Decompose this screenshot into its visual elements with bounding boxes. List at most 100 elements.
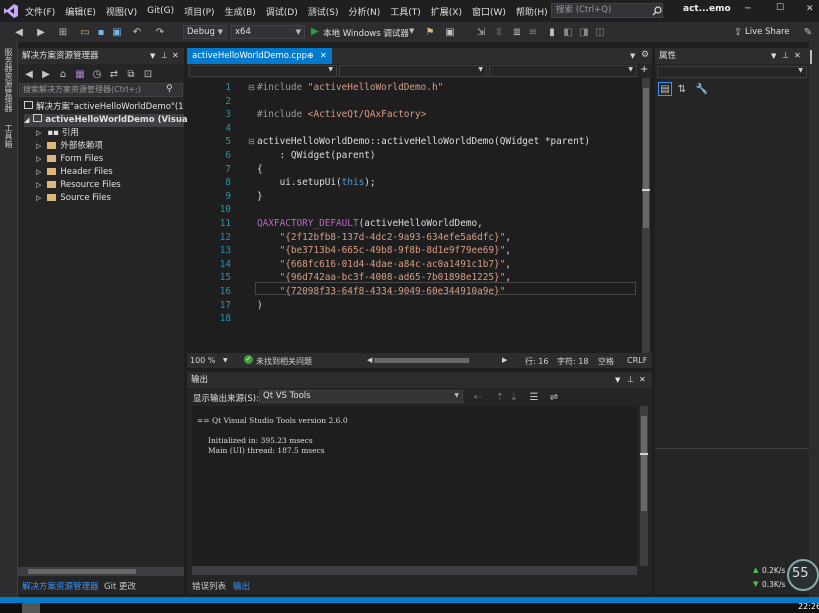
expand-arrow-icon[interactable]: ▷	[36, 142, 41, 150]
step-into-icon[interactable]: ⇳	[492, 25, 506, 39]
tab-error-list[interactable]: 错误列表	[192, 580, 226, 592]
tab-git-changes[interactable]: Git 更改	[104, 580, 136, 592]
editor-vertical-scrollbar[interactable]	[642, 78, 650, 353]
word-wrap-icon[interactable]: ⇌	[547, 390, 561, 404]
code-line[interactable]: "{2f12bfb8-137d-4dc2-9a93-634efe5a6dfc}"…	[257, 232, 511, 243]
code-line[interactable]: )	[257, 300, 263, 311]
scrollbar-thumb[interactable]	[641, 416, 647, 511]
code-line[interactable]: "{668fc616-01d4-4dae-a84c-ac0a1491c1b7}"…	[257, 259, 511, 270]
save-icon[interactable]: ▪	[94, 25, 108, 39]
show-all-files-icon[interactable]: ⊡	[141, 67, 155, 81]
tab-active-file[interactable]: activeHelloWorldDemo.cpp ⊕ ✕	[187, 48, 332, 64]
member-dropdown[interactable]: ▼	[339, 65, 487, 77]
pin-icon[interactable]: ⊥	[161, 48, 168, 64]
editor-horizontal-scrollbar[interactable]	[374, 358, 469, 363]
tab-list-dropdown-icon[interactable]: ▼	[630, 52, 635, 60]
code-editor[interactable]: 1 #include "activeHelloWorldDemo.h" ⊟ 2 3 #in…	[187, 78, 652, 353]
menu-item[interactable]: 扩展(X)	[426, 5, 467, 18]
expand-arrow-icon[interactable]: ▷	[36, 129, 41, 137]
property-pages-icon[interactable]: 🔧	[695, 82, 709, 96]
tree-item-source-files[interactable]: ▷ Source Files	[36, 192, 111, 205]
symbol-dropdown[interactable]: ▼	[489, 65, 637, 77]
menu-item[interactable]: 视图(V)	[101, 5, 142, 18]
collapse-all-icon[interactable]: ⧉	[124, 67, 138, 81]
code-line[interactable]: #include <ActiveQt/QAxFactory>	[257, 109, 426, 120]
prev-message-icon[interactable]: ⇡	[493, 390, 507, 404]
tab-solution-explorer[interactable]: 解决方案资源管理器	[22, 580, 99, 592]
switch-view-icon[interactable]: ▦	[73, 67, 87, 81]
chevron-down-icon[interactable]: ▼	[615, 372, 620, 388]
menu-item[interactable]: 生成(B)	[220, 5, 261, 18]
expand-arrow-icon[interactable]: ◢	[24, 116, 29, 124]
pin-icon[interactable]: ⊥	[627, 372, 634, 388]
find-message-icon[interactable]: ⇠	[471, 390, 485, 404]
feedback-icon[interactable]: ✎	[801, 25, 815, 39]
maximize-button[interactable]: ☐	[776, 3, 784, 13]
output-source-select[interactable]: Qt VS Tools ▼	[259, 390, 463, 403]
tree-item-references[interactable]: ▷ ▪▪ 引用	[36, 127, 79, 140]
categorized-icon[interactable]: ▤	[658, 82, 672, 96]
char-indicator[interactable]: 字符: 18	[557, 356, 588, 367]
issues-status[interactable]: 未找到相关问题	[256, 356, 312, 367]
menu-item[interactable]: 测试(S)	[303, 5, 344, 18]
tab-output[interactable]: 输出	[233, 580, 250, 592]
whitespace-indicator[interactable]: 空格	[598, 356, 614, 367]
menu-item[interactable]: 调试(D)	[261, 5, 303, 18]
scrollbar-thumb[interactable]	[28, 569, 136, 574]
bookmark-next-icon[interactable]: ◨	[577, 25, 591, 39]
minimize-button[interactable]: ─	[745, 4, 750, 14]
output-text-area[interactable]: == Qt Visual Studio Tools version 2.6.0 …	[192, 406, 637, 566]
scope-dropdown[interactable]: ▼	[189, 65, 337, 77]
menu-item[interactable]: 工具(T)	[385, 5, 426, 18]
notifications-tab[interactable]	[810, 50, 818, 64]
tree-item-header-files[interactable]: ▷ Header Files	[36, 166, 113, 179]
sync-icon[interactable]: ⇄	[107, 67, 121, 81]
output-horizontal-scrollbar[interactable]	[192, 566, 637, 575]
play-icon[interactable]: ▶	[311, 26, 319, 37]
taskbar-app-icon[interactable]	[22, 603, 40, 613]
configuration-select[interactable]: Debug ▼	[183, 25, 227, 39]
line-indicator[interactable]: 行: 16	[525, 356, 548, 367]
tree-item-form-files[interactable]: ▷ Form Files	[36, 153, 103, 166]
live-share-icon[interactable]: ⇪	[731, 25, 745, 39]
expand-arrow-icon[interactable]: ▷	[36, 155, 41, 163]
search-icon[interactable]	[650, 4, 664, 18]
line-ending-indicator[interactable]: CRLF	[627, 356, 647, 365]
code-line[interactable]: : QWidget(parent)	[257, 150, 376, 161]
project-node[interactable]: ◢ activeHelloWorldDemo (Visual	[24, 114, 191, 127]
expand-arrow-icon[interactable]: ▷	[36, 168, 41, 176]
pin-icon[interactable]: ⊥	[782, 48, 789, 64]
scroll-left-icon[interactable]: ◀	[367, 356, 372, 364]
pin-icon[interactable]: ⊕	[307, 48, 314, 64]
close-button[interactable]: ✕	[806, 4, 814, 14]
back-icon[interactable]: ◀	[12, 25, 26, 39]
solution-node[interactable]: 解决方案"activeHelloWorldDemo"(1	[24, 101, 184, 114]
horizontal-scrollbar[interactable]	[18, 567, 184, 576]
close-icon[interactable]: ✕	[172, 48, 179, 64]
chevron-down-icon[interactable]: ▼	[223, 357, 228, 364]
fold-toggle-icon[interactable]: ⊟	[248, 83, 255, 92]
redo-icon[interactable]: ↷	[153, 25, 167, 39]
code-line[interactable]: {	[257, 164, 263, 175]
split-editor-icon[interactable]: +	[640, 64, 648, 75]
run-debugger-button[interactable]: 本地 Windows 调试器	[323, 27, 409, 39]
menu-item[interactable]: 分析(N)	[343, 5, 385, 18]
code-line[interactable]: ui.setupUi(this);	[257, 177, 376, 188]
tree-item-external-deps[interactable]: ▷ 外部依赖项	[36, 140, 103, 153]
search-icon[interactable]: ⚲	[166, 84, 173, 94]
close-icon[interactable]: ✕	[794, 48, 801, 64]
open-file-icon[interactable]: ▭	[78, 25, 92, 39]
camera-icon[interactable]: ▣	[443, 25, 457, 39]
menu-item[interactable]: 帮助(H)	[511, 5, 553, 18]
chevron-down-icon[interactable]: ▼	[771, 48, 776, 64]
search-input[interactable]: 搜索 (Ctrl+Q)	[551, 3, 663, 18]
tree-item-resource-files[interactable]: ▷ Resource Files	[36, 179, 121, 192]
code-line[interactable]: #include "activeHelloWorldDemo.h"	[257, 82, 443, 93]
menu-item[interactable]: 项目(P)	[179, 5, 219, 18]
menu-item[interactable]: Git(G)	[142, 6, 179, 16]
pending-changes-icon[interactable]: ◷	[90, 67, 104, 81]
forward-icon[interactable]: ▶	[34, 25, 48, 39]
home-icon[interactable]: ⌂	[56, 67, 70, 81]
settings-icon[interactable]: ⚙	[641, 50, 649, 60]
code-line[interactable]: QAXFACTORY_DEFAULT(activeHelloWorldDemo,	[257, 218, 483, 229]
